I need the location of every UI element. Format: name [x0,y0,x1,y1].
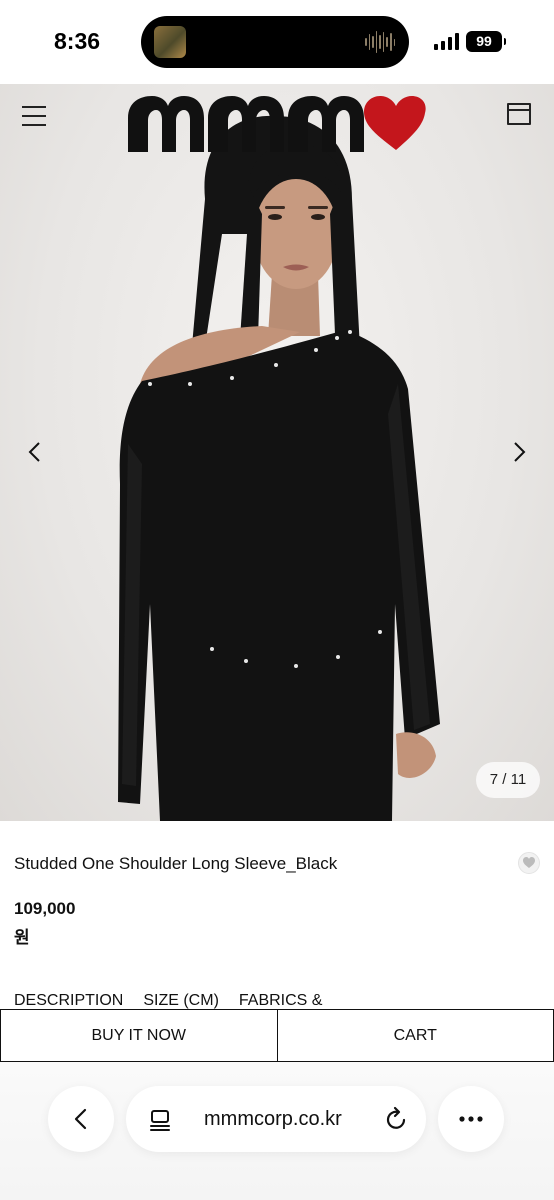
tab-size[interactable]: SIZE (CM) [143,992,219,1010]
address-bar[interactable]: mmmcorp.co.kr [126,1086,426,1152]
product-detail-tabs: DESCRIPTION SIZE (CM) FABRICS & [14,992,322,1010]
heart-outline-icon[interactable] [518,852,540,874]
product-photo [118,115,440,821]
browser-toolbar: mmmcorp.co.kr [0,1062,554,1200]
audio-waveform-icon [365,30,396,54]
signal-icon [434,33,460,50]
add-to-cart-button[interactable]: CART [276,1010,553,1061]
heart-logo [364,96,426,150]
price-currency: 원 [14,928,30,947]
slide-counter: 7 / 11 [476,762,540,798]
now-playing-artwork[interactable] [154,26,186,58]
shopping-bag-icon[interactable] [507,103,531,125]
chevron-right-icon[interactable] [506,438,534,466]
status-time: 8:36 [54,28,101,54]
status-bar: 8:36 99 [0,0,554,84]
product-price: 109,000 [14,899,76,918]
battery-icon: 99 [466,31,506,52]
purchase-action-bar: BUY IT NOW CART [0,1009,554,1062]
product-title: Studded One Shoulder Long Sleeve_Black [14,854,338,873]
buy-now-button[interactable]: BUY IT NOW [1,1010,277,1061]
back-button[interactable] [48,1086,114,1152]
more-options-icon [459,1116,483,1122]
reload-icon[interactable] [382,1105,410,1133]
dynamic-island[interactable] [141,16,409,68]
tabs-overview-icon[interactable] [148,1108,172,1132]
menu-icon[interactable] [22,106,46,126]
url-text[interactable]: mmmcorp.co.kr [204,1108,342,1131]
wishlist-heart-icon [523,857,535,868]
tab-fabrics[interactable]: FABRICS & [239,992,323,1010]
brand-logo[interactable] [128,96,428,152]
more-options-button[interactable] [438,1086,504,1152]
chevron-left-icon[interactable] [22,438,50,466]
back-arrow-icon [74,1108,87,1130]
tab-description[interactable]: DESCRIPTION [14,992,123,1010]
product-image-gallery[interactable]: 7 / 11 [0,84,554,821]
